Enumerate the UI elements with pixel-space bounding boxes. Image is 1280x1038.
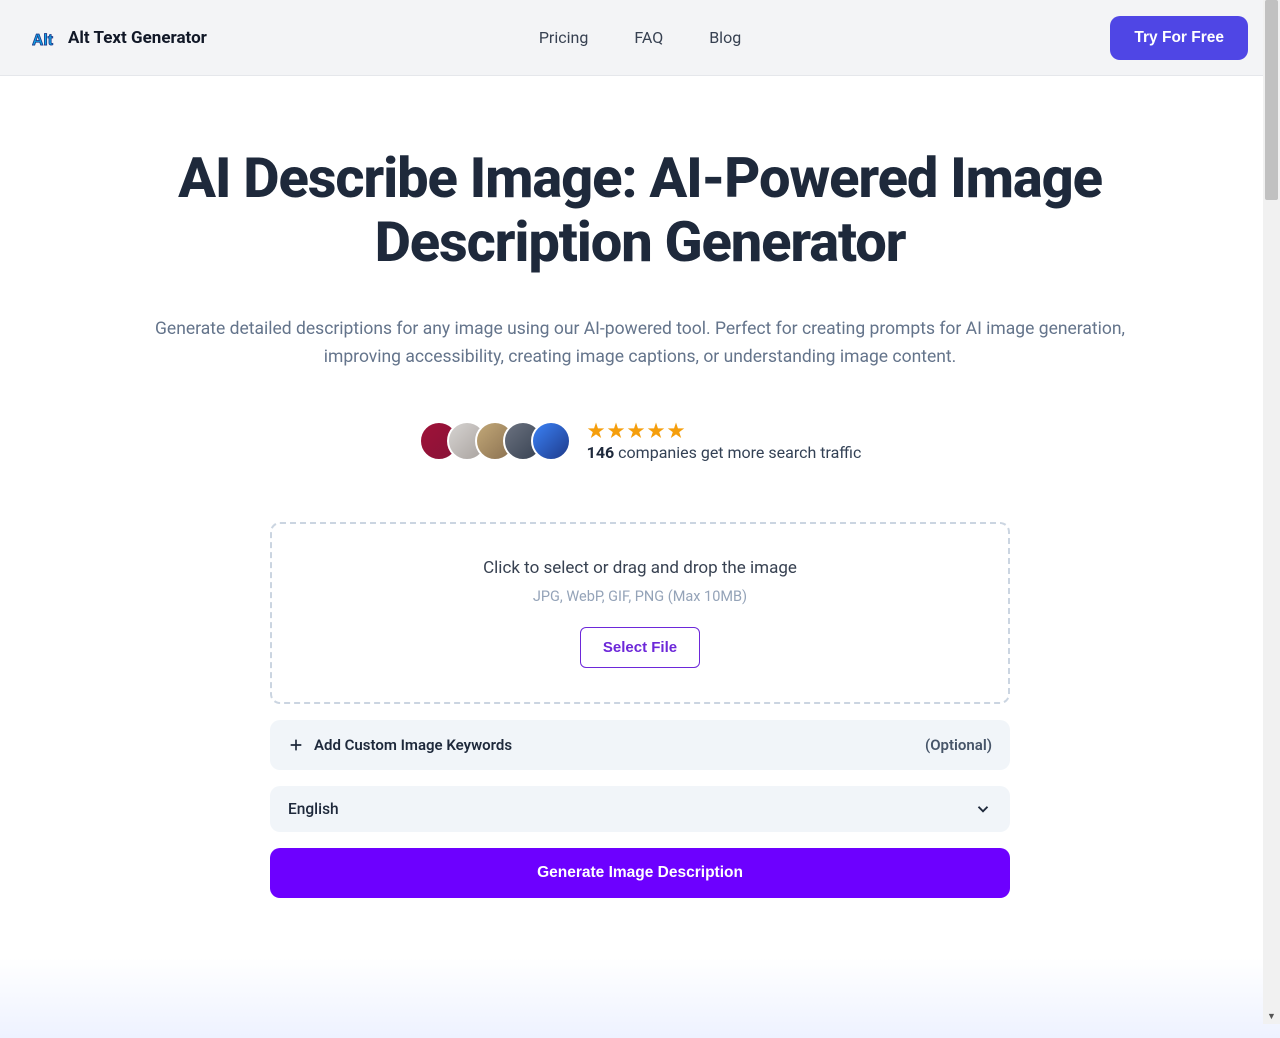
nav-faq[interactable]: FAQ: [634, 28, 663, 47]
keywords-left: Add Custom Image Keywords: [288, 736, 512, 754]
scroll-thumb[interactable]: [1265, 0, 1278, 200]
star-icon: [627, 421, 645, 439]
main: AI Describe Image: AI-Powered Image Desc…: [90, 76, 1190, 958]
avatar: [531, 421, 571, 461]
form-container: Click to select or drag and drop the ima…: [270, 522, 1010, 898]
brand-text: Alt Text Generator: [68, 28, 207, 48]
star-icon: [647, 421, 665, 439]
svg-text:Alt: Alt: [32, 32, 54, 49]
nav-pricing[interactable]: Pricing: [539, 28, 589, 47]
social-proof: 146 companies get more search traffic: [122, 421, 1158, 462]
try-free-button[interactable]: Try For Free: [1110, 16, 1248, 60]
footer-gradient: [0, 958, 1280, 1038]
page-title: AI Describe Image: AI-Powered Image Desc…: [122, 146, 1158, 275]
keywords-toggle[interactable]: Add Custom Image Keywords (Optional): [270, 720, 1010, 770]
scroll-down-icon[interactable]: ▼: [1265, 1009, 1278, 1024]
optional-label: (Optional): [925, 736, 992, 754]
company-count: 146: [587, 443, 615, 462]
rating-block: 146 companies get more search traffic: [587, 421, 862, 462]
page-subtitle: Generate detailed descriptions for any i…: [122, 315, 1158, 371]
star-icon: [667, 421, 685, 439]
plus-icon: [288, 737, 304, 753]
company-text: companies get more search traffic: [614, 443, 861, 462]
star-rating: [587, 421, 862, 439]
brand[interactable]: Alt Alt Text Generator: [32, 24, 207, 52]
header: Alt Alt Text Generator Pricing FAQ Blog …: [0, 0, 1280, 76]
rating-text: 146 companies get more search traffic: [587, 443, 862, 462]
nav: Pricing FAQ Blog: [539, 28, 741, 47]
avatar-stack: [419, 421, 571, 461]
language-selected: English: [288, 800, 339, 818]
nav-blog[interactable]: Blog: [709, 28, 741, 47]
language-select[interactable]: English: [270, 786, 1010, 832]
file-dropzone[interactable]: Click to select or drag and drop the ima…: [270, 522, 1010, 704]
chevron-down-icon: [974, 800, 992, 818]
select-file-button[interactable]: Select File: [580, 627, 700, 668]
keywords-label: Add Custom Image Keywords: [314, 736, 512, 754]
dropzone-hint: JPG, WebP, GIF, PNG (Max 10MB): [292, 588, 988, 605]
scrollbar[interactable]: ▼: [1263, 0, 1280, 1024]
star-icon: [607, 421, 625, 439]
logo-icon: Alt: [32, 24, 60, 52]
star-icon: [587, 421, 605, 439]
generate-button[interactable]: Generate Image Description: [270, 848, 1010, 898]
dropzone-title: Click to select or drag and drop the ima…: [292, 558, 988, 578]
